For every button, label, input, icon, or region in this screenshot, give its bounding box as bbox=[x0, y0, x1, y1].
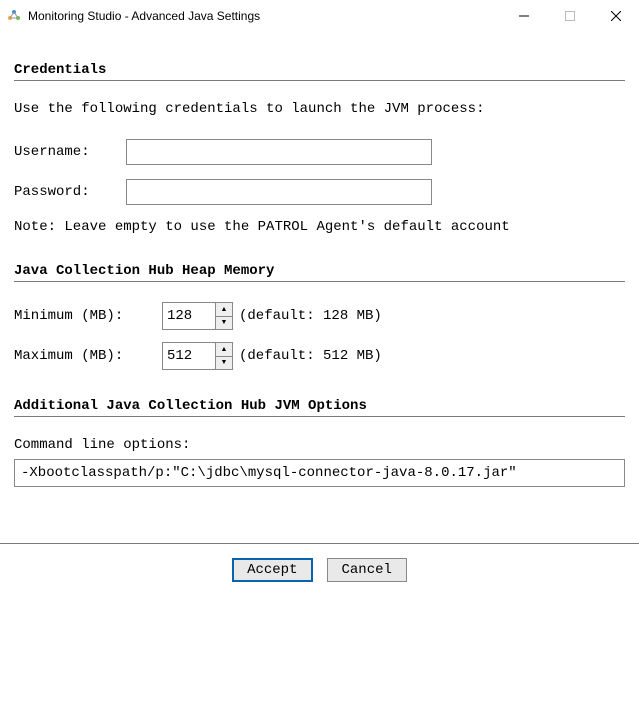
content-area: Credentials Use the following credential… bbox=[0, 32, 639, 487]
cmd-options-label: Command line options: bbox=[14, 437, 625, 453]
close-button[interactable] bbox=[593, 0, 639, 32]
heap-min-row: Minimum (MB): ▲ ▼ (default: 128 MB) bbox=[14, 302, 625, 330]
heap-min-label: Minimum (MB): bbox=[14, 308, 162, 324]
titlebar: Monitoring Studio - Advanced Java Settin… bbox=[0, 0, 639, 32]
app-icon bbox=[6, 8, 22, 24]
heap-min-down-button[interactable]: ▼ bbox=[216, 317, 232, 330]
accept-button[interactable]: Accept bbox=[232, 558, 312, 582]
credentials-header: Credentials bbox=[14, 62, 625, 78]
jvm-options-header: Additional Java Collection Hub JVM Optio… bbox=[14, 398, 625, 414]
heap-header: Java Collection Hub Heap Memory bbox=[14, 263, 625, 279]
maximize-button bbox=[547, 0, 593, 32]
heap-max-label: Maximum (MB): bbox=[14, 348, 162, 364]
heap-max-spinner: ▲ ▼ bbox=[162, 342, 233, 370]
password-label: Password: bbox=[14, 184, 126, 200]
heap-max-default: (default: 512 MB) bbox=[239, 348, 382, 364]
credentials-note: Note: Leave empty to use the PATROL Agen… bbox=[14, 219, 625, 235]
credentials-lead: Use the following credentials to launch … bbox=[14, 101, 625, 117]
heap-min-input[interactable] bbox=[163, 303, 215, 329]
heap-max-down-button[interactable]: ▼ bbox=[216, 357, 232, 370]
window-controls bbox=[501, 0, 639, 32]
heap-max-row: Maximum (MB): ▲ ▼ (default: 512 MB) bbox=[14, 342, 625, 370]
heap-max-input[interactable] bbox=[163, 343, 215, 369]
divider bbox=[14, 281, 625, 282]
username-row: Username: bbox=[14, 139, 625, 165]
window-title: Monitoring Studio - Advanced Java Settin… bbox=[28, 9, 501, 23]
heap-min-spinner: ▲ ▼ bbox=[162, 302, 233, 330]
password-row: Password: bbox=[14, 179, 625, 205]
divider bbox=[14, 80, 625, 81]
cmd-options-input[interactable] bbox=[14, 459, 625, 487]
heap-min-stepper: ▲ ▼ bbox=[215, 303, 232, 329]
username-label: Username: bbox=[14, 144, 126, 160]
password-input[interactable] bbox=[126, 179, 432, 205]
heap-min-default: (default: 128 MB) bbox=[239, 308, 382, 324]
divider bbox=[14, 416, 625, 417]
cancel-button[interactable]: Cancel bbox=[327, 558, 407, 582]
footer: Accept Cancel bbox=[0, 544, 639, 596]
username-input[interactable] bbox=[126, 139, 432, 165]
heap-max-up-button[interactable]: ▲ bbox=[216, 343, 232, 357]
minimize-button[interactable] bbox=[501, 0, 547, 32]
heap-min-up-button[interactable]: ▲ bbox=[216, 303, 232, 317]
heap-max-stepper: ▲ ▼ bbox=[215, 343, 232, 369]
